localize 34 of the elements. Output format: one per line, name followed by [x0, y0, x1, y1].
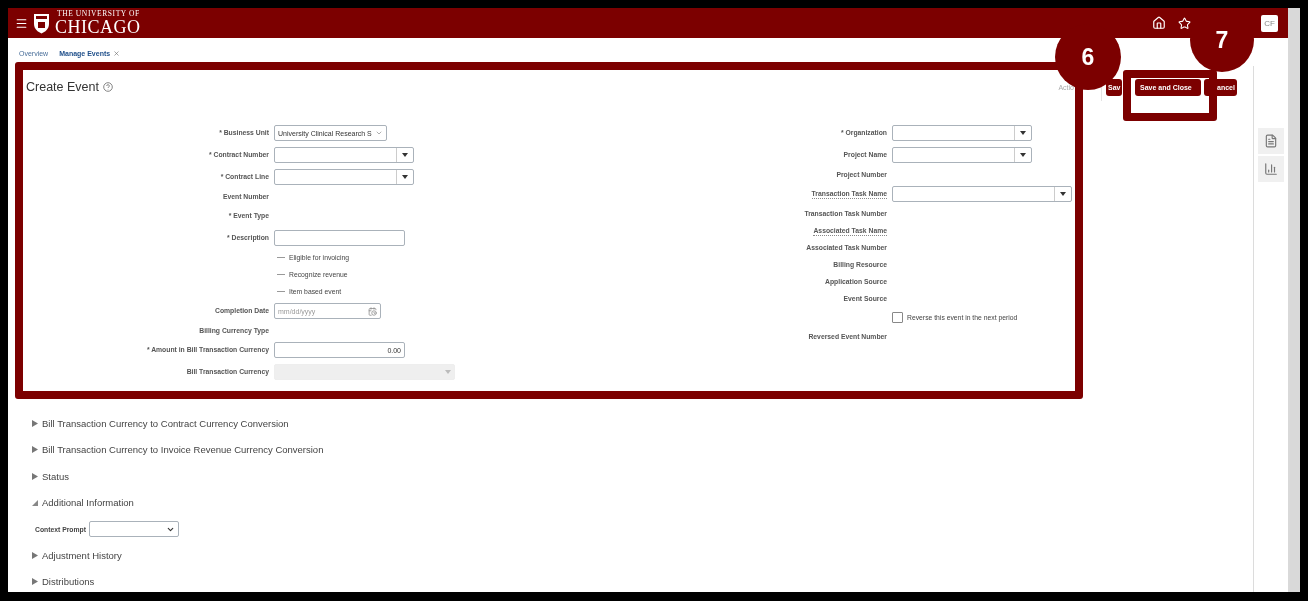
- star-icon[interactable]: [1178, 16, 1191, 30]
- combo-field[interactable]: [892, 186, 1072, 202]
- scrollbar[interactable]: [1288, 8, 1300, 592]
- caret-icon: [402, 175, 408, 179]
- help-icon[interactable]: [102, 82, 113, 92]
- combo-field[interactable]: [274, 169, 414, 185]
- section-header[interactable]: Adjustment History: [32, 542, 1237, 569]
- section-header[interactable]: Distributions: [32, 568, 1237, 592]
- checkbox[interactable]: [892, 312, 903, 323]
- chevron-icon: [375, 129, 383, 137]
- logo-text: CHICAGO: [55, 17, 141, 36]
- input-field[interactable]: [274, 230, 405, 246]
- section-header[interactable]: Bill Transaction Currency to Invoice Revenue Currency Conversion: [32, 436, 1237, 463]
- user-avatar[interactable]: CF: [1261, 14, 1278, 32]
- close-icon[interactable]: [113, 49, 121, 57]
- combo-field[interactable]: [892, 125, 1032, 141]
- combo-field[interactable]: [892, 147, 1032, 163]
- caret-icon: [1020, 131, 1026, 135]
- document-icon[interactable]: [1258, 128, 1284, 154]
- caret-icon: [1060, 192, 1066, 196]
- section-header[interactable]: Additional Information: [32, 489, 1237, 516]
- menu-icon[interactable]: [15, 16, 28, 30]
- page-title: Create Event: [26, 80, 99, 94]
- caret-icon: [445, 370, 451, 374]
- combo-field[interactable]: [274, 147, 414, 163]
- calendar-icon: [368, 306, 377, 316]
- crest-icon: [33, 12, 50, 34]
- section-header[interactable]: Status: [32, 463, 1237, 490]
- caret-icon: [402, 153, 408, 157]
- caret-icon: [1020, 153, 1026, 157]
- home-icon[interactable]: [1152, 16, 1166, 30]
- select-field[interactable]: [89, 521, 179, 537]
- bar-chart-icon[interactable]: [1258, 156, 1284, 182]
- section-header[interactable]: Bill Transaction Currency to Contract Currency Conversion: [32, 410, 1237, 437]
